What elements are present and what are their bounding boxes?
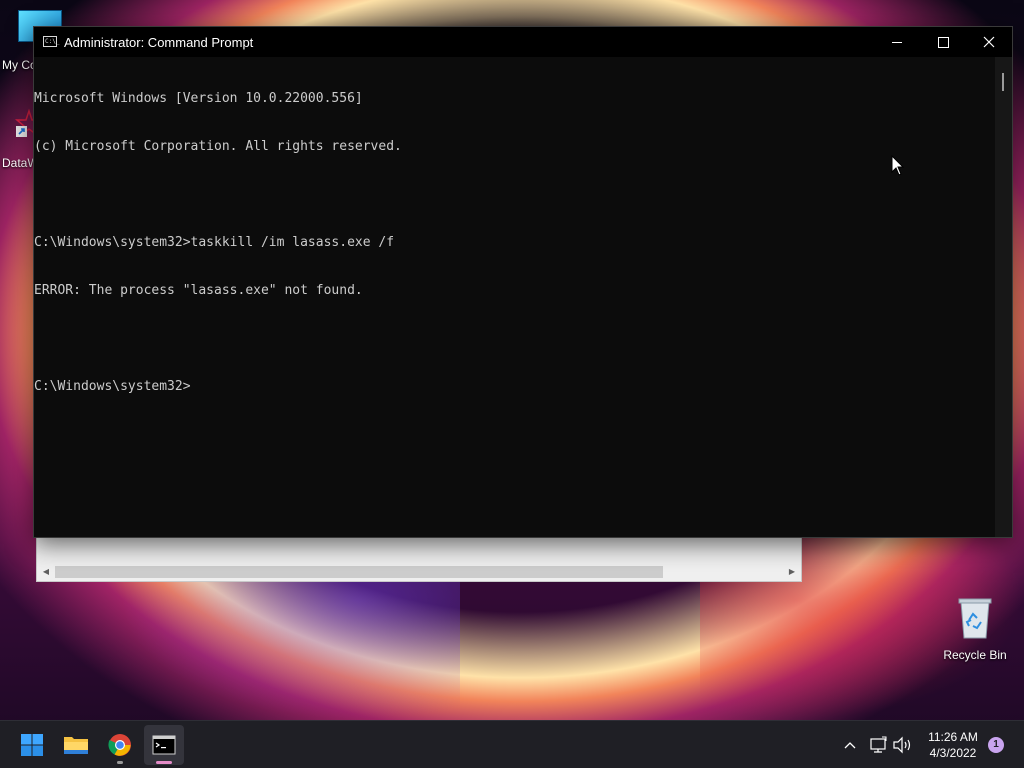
scroll-right-icon[interactable]: ▶ — [785, 565, 799, 579]
chevron-up-icon — [844, 742, 856, 749]
taskbar: 11:26 AM 4/3/2022 1 — [0, 720, 1024, 768]
desktop-icon-recycle-bin[interactable]: Recycle Bin — [940, 596, 1010, 662]
maximize-icon — [937, 36, 949, 48]
minimize-icon — [892, 41, 902, 43]
start-button[interactable] — [12, 725, 52, 765]
console-output[interactable]: Microsoft Windows [Version 10.0.22000.55… — [34, 57, 994, 539]
console-prompt[interactable]: C:\Windows\system32> — [34, 379, 994, 395]
chrome-icon — [108, 734, 131, 756]
volume-icon — [893, 736, 911, 754]
console-line: (c) Microsoft Corporation. All rights re… — [34, 139, 402, 154]
minimize-button[interactable] — [874, 27, 920, 57]
scrollbar-thumb[interactable] — [55, 566, 663, 578]
close-button[interactable] — [966, 27, 1012, 57]
clock-time: 11:26 AM — [928, 730, 978, 744]
volume-button[interactable] — [892, 735, 914, 755]
windows-start-icon — [21, 734, 43, 756]
scrollbar-thumb[interactable] — [1002, 73, 1004, 91]
terminal-icon — [152, 735, 176, 755]
scroll-left-icon[interactable]: ◀ — [39, 565, 53, 579]
recycle-bin-icon — [955, 596, 995, 640]
window-title: Administrator: Command Prompt — [64, 35, 254, 50]
window-titlebar[interactable]: C:\_ Administrator: Command Prompt — [34, 27, 1012, 57]
background-window[interactable]: ◀ ▶ — [36, 536, 802, 582]
taskbar-file-explorer[interactable] — [56, 725, 96, 765]
close-icon — [983, 36, 995, 48]
command-prompt-window[interactable]: C:\_ Administrator: Command Prompt Micro… — [33, 26, 1013, 538]
taskbar-command-prompt[interactable] — [144, 725, 184, 765]
vertical-scrollbar[interactable] — [995, 57, 1012, 537]
clock-date: 4/3/2022 — [929, 746, 977, 760]
desktop-icon-label: My Co — [2, 58, 37, 72]
console-line: C:\Windows\system32>taskkill /im lasass.… — [34, 235, 395, 250]
desktop-icon-label: Recycle Bin — [943, 648, 1007, 662]
running-indicator — [117, 761, 123, 764]
active-indicator — [156, 761, 172, 764]
mouse-cursor-icon — [891, 155, 905, 176]
notification-badge[interactable]: 1 — [988, 737, 1004, 753]
taskbar-chrome[interactable] — [100, 725, 140, 765]
terminal-icon: C:\_ — [43, 36, 60, 47]
console-line: ERROR: The process "lasass.exe" not foun… — [34, 283, 363, 298]
maximize-button[interactable] — [920, 27, 966, 57]
network-icon — [870, 736, 887, 753]
folder-icon — [64, 737, 88, 754]
network-button[interactable] — [868, 735, 888, 755]
horizontal-scrollbar[interactable]: ◀ ▶ — [37, 563, 801, 581]
console-line: Microsoft Windows [Version 10.0.22000.55… — [34, 91, 363, 106]
show-hidden-icons-button[interactable] — [840, 735, 860, 755]
taskbar-clock[interactable]: 11:26 AM 4/3/2022 — [922, 729, 984, 761]
